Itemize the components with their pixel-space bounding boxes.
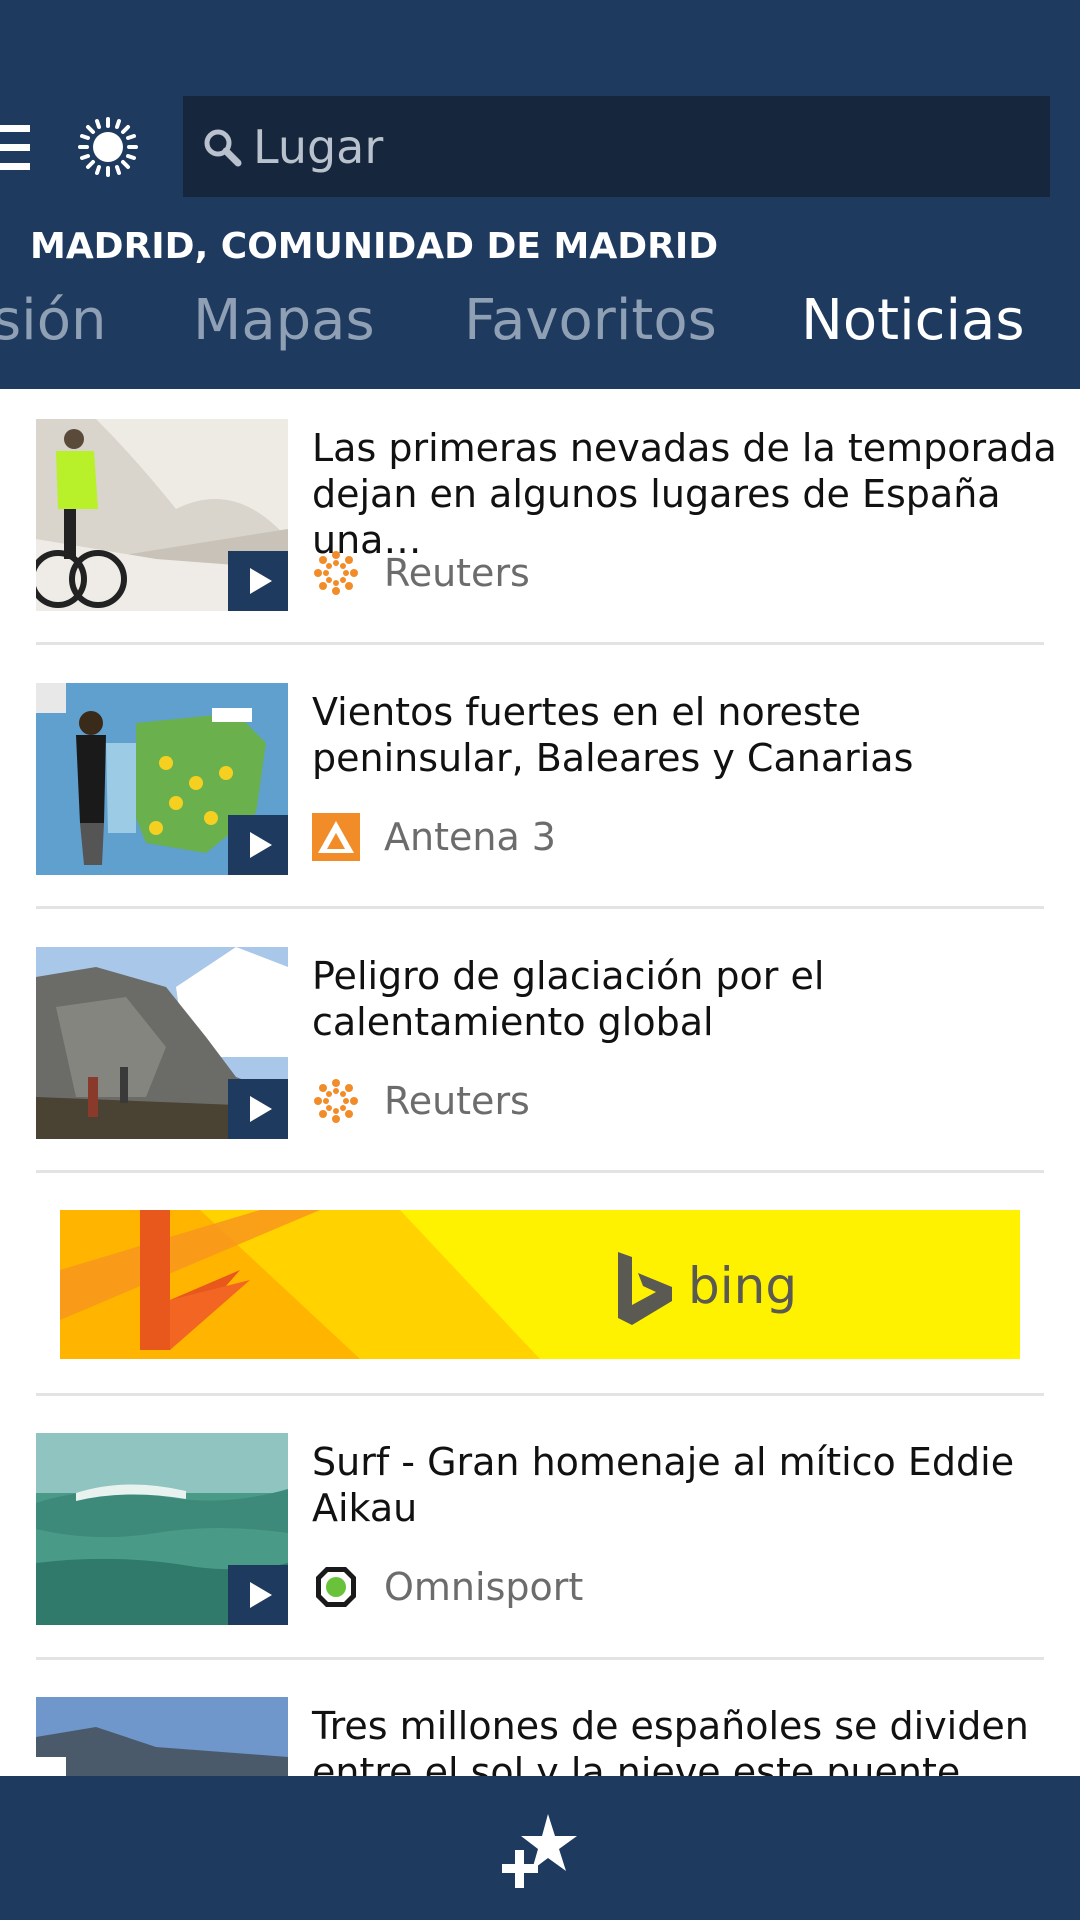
reuters-logo-icon — [314, 551, 358, 595]
ad-brand-text: bing — [688, 1257, 797, 1315]
news-thumbnail — [36, 1433, 288, 1625]
tab-bar: sión Mapas Favoritos Noticias — [0, 288, 1080, 368]
divider — [36, 642, 1044, 645]
news-item[interactable]: Vientos fuertes en el noreste peninsular… — [36, 683, 1044, 875]
antena3-logo-icon — [312, 813, 360, 861]
news-item[interactable]: Las primeras nevadas de la temporada dej… — [36, 419, 1057, 611]
location-title: MADRID, COMUNIDAD DE MADRID — [30, 226, 719, 267]
play-video-icon — [228, 551, 288, 611]
tab-prevision[interactable]: sión — [0, 288, 107, 353]
source-name: Reuters — [384, 1079, 530, 1123]
tab-favoritos[interactable]: Favoritos — [464, 288, 717, 353]
source-name: Reuters — [384, 551, 530, 595]
search-box[interactable] — [183, 96, 1050, 197]
divider — [36, 1170, 1044, 1173]
news-thumbnail — [36, 947, 288, 1139]
news-headline: Surf - Gran homenaje al mítico Eddie Aik… — [312, 1440, 1015, 1530]
news-thumbnail — [36, 419, 288, 611]
tab-mapas[interactable]: Mapas — [193, 288, 375, 353]
news-thumbnail — [36, 683, 288, 875]
news-item[interactable]: Peligro de glaciación por el calentamien… — [36, 947, 1044, 1139]
news-headline: Tres millones de españoles se dividen en… — [312, 1704, 1029, 1776]
search-icon — [204, 129, 242, 167]
reuters-logo-icon — [314, 1079, 358, 1123]
search-input[interactable] — [253, 96, 1033, 197]
hamburger-menu-icon[interactable] — [0, 125, 30, 171]
bing-ad-banner[interactable]: bing — [60, 1210, 1020, 1359]
play-video-icon — [228, 1079, 288, 1139]
sun-icon[interactable] — [78, 117, 138, 177]
play-video-icon — [228, 1565, 288, 1625]
play-video-icon — [228, 815, 288, 875]
source-name: Antena 3 — [384, 815, 556, 859]
news-headline: Vientos fuertes en el noreste peninsular… — [312, 690, 914, 780]
news-list: Las primeras nevadas de la temporada dej… — [0, 389, 1080, 1776]
news-headline: Las primeras nevadas de la temporada dej… — [312, 426, 1057, 562]
app-bar — [0, 1776, 1080, 1920]
news-item[interactable]: Surf - Gran homenaje al mítico Eddie Aik… — [36, 1433, 1044, 1625]
divider — [36, 1657, 1044, 1660]
omnisport-logo-icon — [316, 1567, 356, 1607]
tab-noticias[interactable]: Noticias — [801, 288, 1025, 353]
pin-to-start-icon[interactable] — [502, 1812, 578, 1888]
app-header: MADRID, COMUNIDAD DE MADRID sión Mapas F… — [0, 0, 1080, 389]
divider — [36, 1393, 1044, 1396]
divider — [36, 906, 1044, 909]
source-name: Omnisport — [384, 1565, 584, 1609]
news-item[interactable]: Tres millones de españoles se dividen en… — [36, 1697, 1044, 1776]
news-thumbnail — [36, 1697, 288, 1776]
news-headline: Peligro de glaciación por el calentamien… — [312, 954, 825, 1044]
